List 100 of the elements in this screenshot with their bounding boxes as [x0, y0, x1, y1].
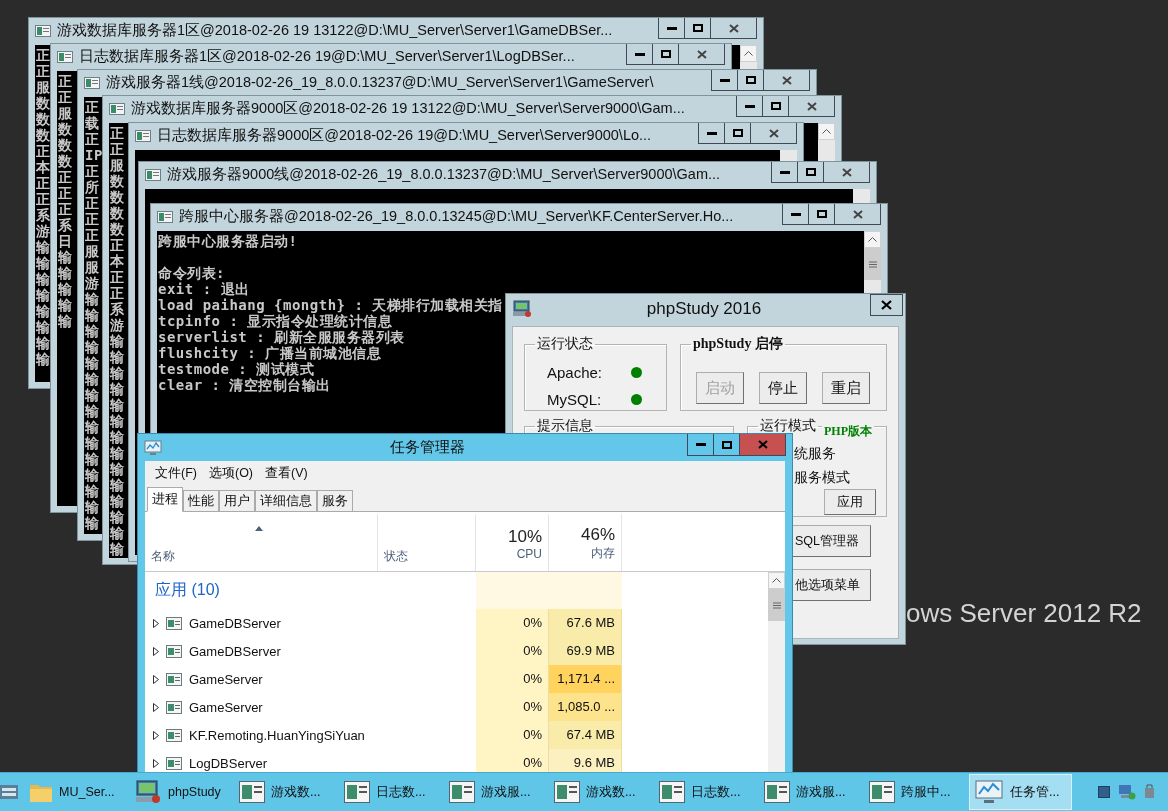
sort-caret-icon	[255, 526, 263, 531]
console-icon	[166, 728, 182, 742]
menu-item[interactable]: 查看(V)	[259, 464, 314, 482]
maximize-button[interactable]	[685, 18, 711, 39]
minimize-button[interactable]	[687, 434, 714, 456]
close-button[interactable]	[751, 123, 797, 144]
expand-icon[interactable]	[153, 618, 159, 628]
mode-option[interactable]: 统服务	[794, 441, 836, 465]
taskbar-button[interactable]: 游戏数...	[234, 774, 337, 810]
close-icon	[781, 75, 792, 85]
maximize-button[interactable]	[763, 96, 789, 117]
window-title: 日志数据库服务器9000区@2018-02-26 19@D:\MU_Server\Server9000\Lo...	[157, 126, 653, 145]
control-button[interactable]: 重启	[822, 372, 870, 404]
column-header[interactable]: 状态	[378, 514, 476, 571]
close-button[interactable]	[789, 96, 835, 117]
minimize-button[interactable]	[698, 123, 725, 144]
console-line: 载	[85, 115, 100, 131]
minimize-button[interactable]	[658, 18, 685, 39]
scroll-thumb[interactable]	[768, 589, 785, 621]
close-button[interactable]	[764, 70, 810, 91]
tab[interactable]: 用户	[219, 490, 255, 512]
console-line: 服	[58, 105, 73, 121]
menu-item[interactable]: 选项(O)	[202, 464, 260, 482]
maximize-button[interactable]	[653, 44, 679, 65]
console-line: 正	[36, 191, 51, 207]
tab[interactable]: 服务	[317, 490, 353, 512]
console-line: 输	[85, 307, 100, 323]
window-title: 日志数据库服务器1区@2018-02-26 19@D:\MU_Server\Server1\LogDBSer...	[79, 47, 576, 66]
minimize-button[interactable]	[771, 162, 798, 183]
expand-icon[interactable]	[153, 674, 159, 684]
minimize-button[interactable]	[736, 96, 763, 117]
close-button[interactable]	[679, 44, 725, 65]
menu-button[interactable]: SQL管理器	[793, 525, 871, 557]
expand-icon[interactable]	[153, 730, 159, 740]
service-label: MySQL:	[547, 391, 603, 408]
maximize-icon	[805, 168, 816, 176]
taskbar-button[interactable]: MU_Ser...	[24, 774, 127, 810]
process-name[interactable]: LogDBServer	[189, 755, 268, 771]
console-icon	[166, 616, 182, 630]
control-button[interactable]: 停止	[759, 372, 807, 404]
maximize-button[interactable]	[738, 70, 764, 91]
console-icon	[135, 129, 151, 142]
menu-button[interactable]: 他选项菜单	[793, 569, 871, 601]
process-name[interactable]: GameDBServer	[189, 615, 281, 631]
console-line: 数	[110, 205, 125, 221]
taskbar-button[interactable]: 日志数...	[339, 774, 442, 810]
tab[interactable]: 性能	[183, 490, 219, 512]
taskbar-button[interactable]: 日志数...	[654, 774, 757, 810]
close-button[interactable]	[870, 294, 903, 316]
mode-option[interactable]: 服务模式	[794, 465, 850, 489]
console-line: 输	[36, 351, 51, 367]
maximize-button[interactable]	[809, 204, 835, 225]
scroll-up-button[interactable]	[818, 123, 835, 140]
expand-icon[interactable]	[153, 702, 159, 712]
scroll-up-button[interactable]	[864, 231, 881, 248]
menu-item[interactable]: 文件(F)	[149, 464, 203, 482]
console-line: 游	[110, 317, 125, 333]
console-line: 输	[36, 271, 51, 287]
console-line: 正	[36, 143, 51, 159]
column-header[interactable]: 46% 内存	[549, 514, 622, 571]
group-heading[interactable]: 应用 (10)	[145, 580, 378, 601]
table-cell: 67.4 MB	[549, 721, 622, 749]
close-button[interactable]	[835, 204, 881, 225]
maximize-button[interactable]	[725, 123, 751, 144]
column-header[interactable]: 名称	[145, 514, 378, 571]
scroll-up-button[interactable]	[768, 572, 785, 589]
minimize-button[interactable]	[782, 204, 809, 225]
console-line: 正	[85, 131, 100, 147]
php-version-label: PHP版本	[822, 423, 874, 440]
taskbar-button[interactable]: 游戏服...	[444, 774, 547, 810]
console-icon	[764, 781, 790, 803]
minimize-button[interactable]	[626, 44, 653, 65]
expand-icon[interactable]	[153, 758, 159, 768]
taskbar-button[interactable]: 游戏数...	[549, 774, 652, 810]
tab[interactable]: 详细信息	[255, 490, 317, 512]
scroll-up-button[interactable]	[740, 45, 757, 62]
minimize-icon	[695, 443, 706, 446]
taskbar-button[interactable]: 任务管...	[969, 774, 1072, 810]
console-line: 正	[58, 73, 73, 89]
taskbar-button[interactable]: 游戏服...	[759, 774, 862, 810]
column-header[interactable]: 10% CPU	[476, 514, 549, 571]
process-name[interactable]: GameServer	[189, 671, 263, 687]
taskbar-button[interactable]: 跨服中...	[864, 774, 967, 810]
process-name[interactable]: KF.Remoting.HuanYingSiYuan	[189, 727, 365, 743]
apply-button[interactable]: 应用	[824, 489, 876, 515]
console-line: 正	[85, 211, 100, 227]
console-line: 正	[36, 175, 51, 191]
maximize-button[interactable]	[714, 434, 740, 456]
console-icon	[239, 781, 265, 803]
maximize-button[interactable]	[798, 162, 824, 183]
scroll-thumb[interactable]	[864, 248, 881, 280]
expand-icon[interactable]	[153, 646, 159, 656]
process-name[interactable]: GameServer	[189, 699, 263, 715]
taskbar-button[interactable]: phpStudy	[129, 774, 232, 810]
close-button[interactable]	[824, 162, 870, 183]
close-button[interactable]	[711, 18, 757, 39]
process-name[interactable]: GameDBServer	[189, 643, 281, 659]
window-title: 游戏服务器1线@2018-02-26_19_8.0.0.13237@D:\MU_Server\Server1\GameServer\	[106, 73, 655, 92]
tab[interactable]: 进程	[147, 487, 183, 512]
minimize-button[interactable]	[711, 70, 738, 91]
